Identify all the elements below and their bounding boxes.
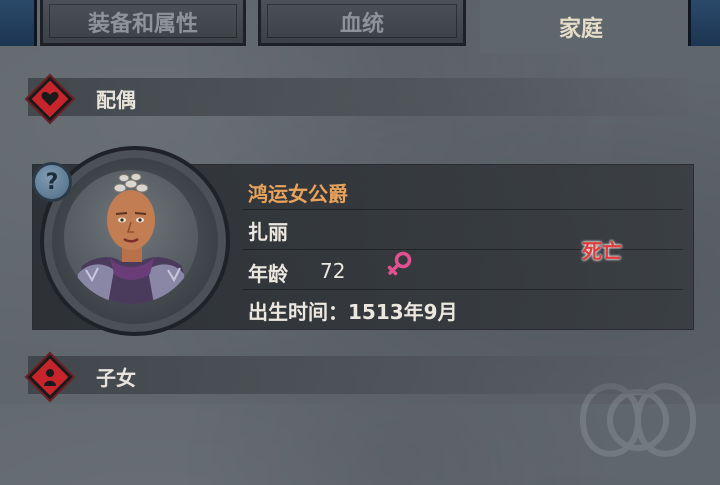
tab-label: 血统 (339, 11, 384, 37)
spouse-name: 扎丽 (248, 220, 288, 244)
status-dead-label: 死亡 (582, 239, 622, 263)
spouse-title: 鸿运女公爵 (248, 182, 348, 206)
tab-label: 装备和属性 (87, 11, 198, 37)
tab-bar: 装备和属性 血统 家庭 (0, 0, 720, 54)
tab-bloodline[interactable]: 血统 (258, 0, 466, 46)
tab-bar-left-edge (0, 0, 37, 46)
tab-label: 家庭 (558, 17, 603, 42)
age-value: 72 (320, 259, 346, 283)
character-portrait-image (74, 173, 190, 304)
tab-family[interactable]: 家庭 (480, 0, 682, 54)
children-section-header: 子女 (27, 354, 688, 400)
spouse-portrait (64, 170, 198, 304)
spouse-section-header: 配偶 (27, 76, 688, 122)
spouse-badge (27, 76, 73, 122)
spouse-section-title: 配偶 (96, 88, 136, 112)
child-icon (44, 369, 56, 386)
female-icon (387, 251, 412, 276)
tab-bar-right-edge (688, 0, 720, 46)
children-badge (27, 354, 73, 400)
heart-icon (41, 91, 59, 106)
help-button[interactable]: ? (32, 162, 72, 202)
question-icon: ? (45, 169, 59, 195)
age-label: 年龄 (248, 262, 288, 286)
children-section-title: 子女 (96, 366, 136, 390)
birth-date: 出生时间：1513年9月 (248, 300, 458, 324)
tab-equipment-attributes[interactable]: 装备和属性 (40, 0, 246, 46)
